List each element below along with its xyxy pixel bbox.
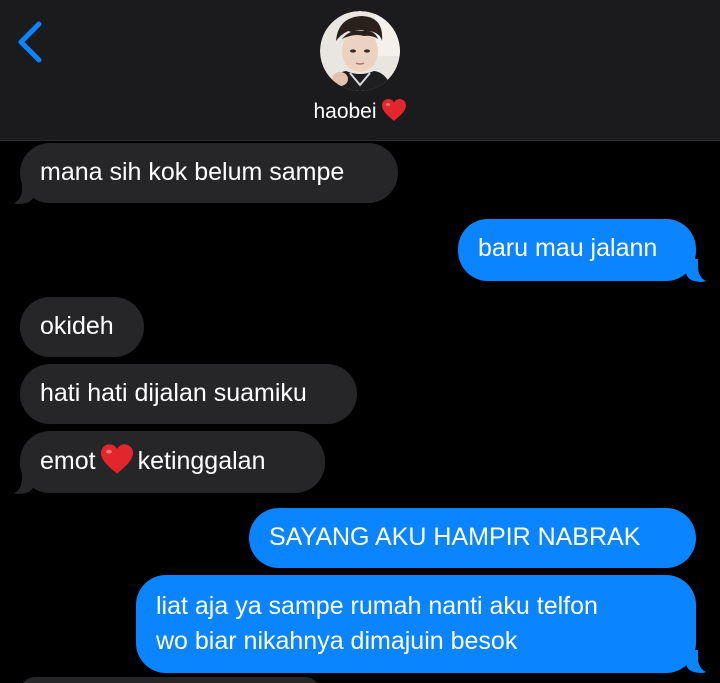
incoming-message-bubble[interactable]: hati hati dijalan suamiku (20, 364, 357, 424)
message-line: wo biar nikahnya dimajuin besok (156, 627, 518, 655)
back-button[interactable] (10, 18, 54, 66)
message-line: liat aja ya sampe rumah nanti aku telfon (156, 592, 598, 620)
bubble-tail (14, 471, 34, 494)
outgoing-message-bubble[interactable]: SAYANG AKU HAMPIR NABRAK (249, 508, 696, 568)
contact-avatar[interactable] (320, 11, 400, 91)
message-text-before: emot (40, 447, 96, 475)
bubble-tail (14, 181, 34, 204)
message-text: okideh (40, 312, 114, 340)
message-text: baru mau jalann (478, 234, 658, 262)
messages-screen: haobei mana sih kok belum sampe baru mau… (0, 0, 720, 683)
bubble-tail (686, 259, 706, 282)
message-text-after: ketinggalan (137, 447, 266, 475)
red-heart-icon (381, 98, 407, 128)
outgoing-message-bubble[interactable]: liat aja ya sampe rumah nanti aku telfon… (136, 575, 696, 673)
bubble-tail (686, 650, 706, 673)
message-text: SAYANG AKU HAMPIR NABRAK (269, 523, 641, 551)
conversation-header: haobei (0, 0, 720, 141)
chevron-left-icon (18, 21, 42, 63)
outgoing-message-bubble[interactable]: baru mau jalann (458, 219, 696, 281)
message-text: hati hati dijalan suamiku (40, 379, 307, 407)
incoming-message-bubble-partial[interactable] (20, 677, 320, 683)
contact-name[interactable]: haobei (0, 98, 720, 128)
incoming-message-bubble[interactable]: mana sih kok belum sampe (20, 143, 398, 203)
incoming-message-bubble[interactable]: okideh (20, 297, 144, 357)
red-heart-icon (99, 443, 135, 485)
contact-name-label: haobei (313, 100, 377, 123)
message-text: mana sih kok belum sampe (40, 158, 345, 186)
incoming-message-bubble[interactable]: emot ketinggalan (20, 431, 325, 493)
avatar-photo (320, 11, 400, 91)
